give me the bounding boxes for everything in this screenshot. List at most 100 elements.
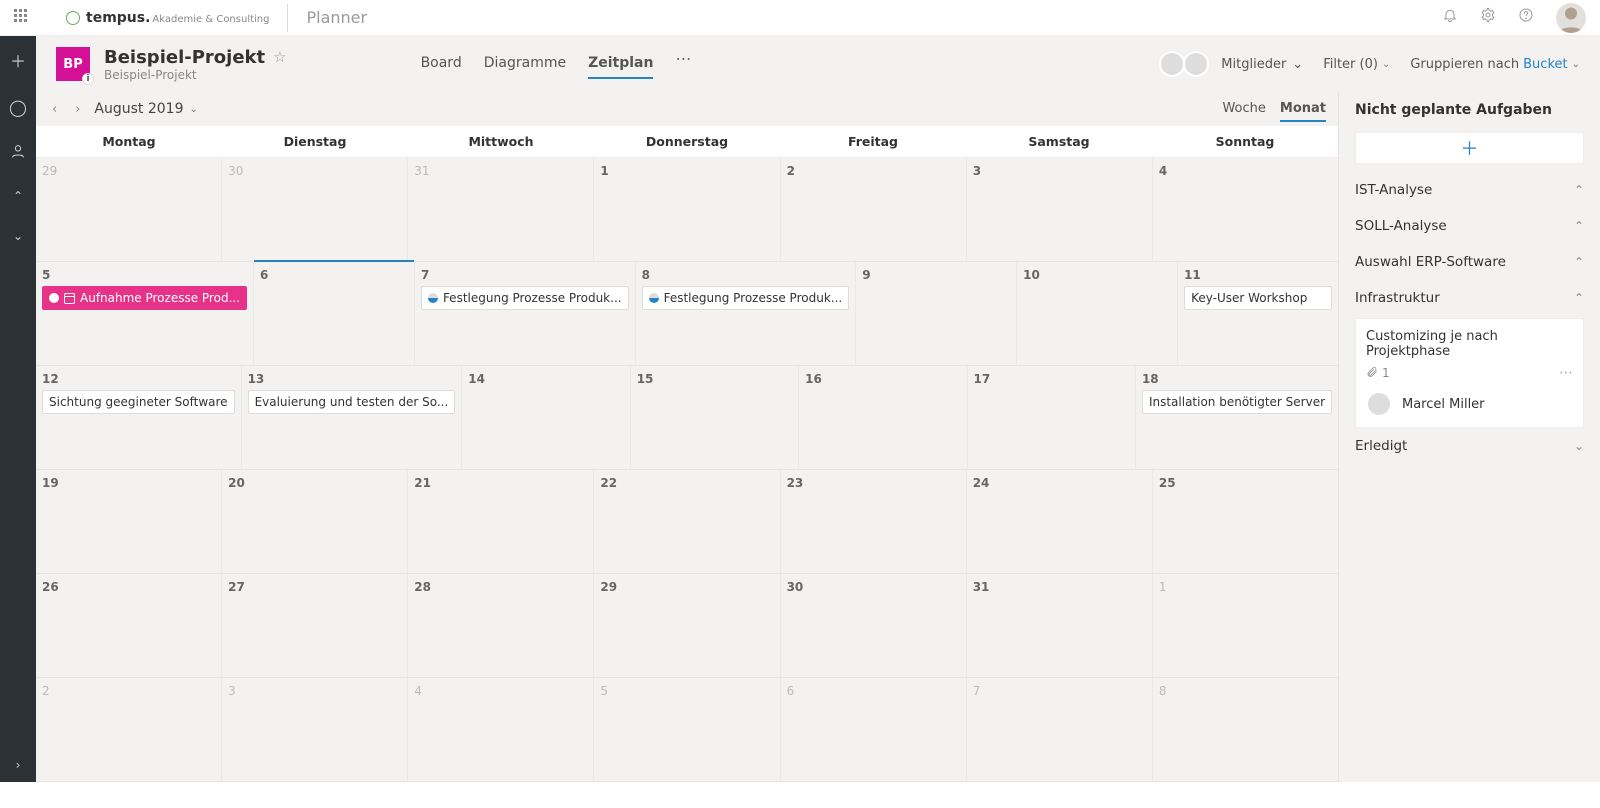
bucket-name: SOLL-Analyse xyxy=(1355,218,1447,234)
calendar-cell[interactable]: 31 xyxy=(967,574,1153,677)
calendar-cell[interactable]: 16 xyxy=(799,366,967,469)
calendar-event[interactable]: Key-User Workshop xyxy=(1184,286,1332,310)
calendar-cell[interactable]: 29 xyxy=(36,158,222,261)
calendar-cell[interactable]: 3 xyxy=(967,158,1153,261)
task-card[interactable]: Customizing je nach Projektphase1⋯Marcel… xyxy=(1355,318,1584,428)
project-info-icon[interactable]: i xyxy=(82,73,94,85)
calendar-cell[interactable]: 4 xyxy=(408,678,594,781)
calendar-cell[interactable]: 7Festlegung Prozesse Produk... xyxy=(415,262,636,365)
calendar-cell[interactable]: 18Installation benötigter Server xyxy=(1136,366,1338,469)
filter-button[interactable]: Filter (0)⌄ xyxy=(1323,57,1390,72)
bucket-row[interactable]: IST-Analyse⌃ xyxy=(1355,172,1584,208)
calendar-cell[interactable]: 29 xyxy=(594,574,780,677)
calendar-cell[interactable]: 2 xyxy=(781,158,967,261)
calendar-cell[interactable]: 24 xyxy=(967,470,1153,573)
calendar-cell[interactable]: 14 xyxy=(462,366,630,469)
day-number: 23 xyxy=(787,476,960,490)
tab-charts[interactable]: Diagramme xyxy=(484,49,566,79)
calendar-event[interactable]: Aufnahme Prozesse Prod... xyxy=(42,286,247,310)
calendar-cell[interactable]: 4 xyxy=(1153,158,1338,261)
calendar-cell[interactable]: 21 xyxy=(408,470,594,573)
tab-more-icon[interactable]: ⋯ xyxy=(675,49,691,79)
calendar-cell[interactable]: 2 xyxy=(36,678,222,781)
bucket-row[interactable]: Infrastruktur⌃ xyxy=(1355,280,1584,316)
calendar-cell[interactable]: 3 xyxy=(222,678,408,781)
month-picker[interactable]: August 2019⌄ xyxy=(94,101,197,117)
day-number: 17 xyxy=(974,372,1129,386)
rail-expand-icon[interactable]: › xyxy=(16,758,21,772)
day-header: Donnerstag xyxy=(594,126,780,157)
calendar-cell[interactable]: 6 xyxy=(254,262,415,365)
calendar-cell[interactable]: 27 xyxy=(222,574,408,677)
members-button[interactable]: Mitglieder ⌄ xyxy=(1159,51,1303,77)
chevron-up-icon: ⌃ xyxy=(1574,219,1584,233)
calendar-cell[interactable]: 11Key-User Workshop xyxy=(1178,262,1338,365)
rail-chevron-up-icon[interactable]: ⌃ xyxy=(13,189,23,203)
group-by-button[interactable]: Gruppieren nach Bucket⌄ xyxy=(1410,57,1580,72)
user-avatar[interactable] xyxy=(1556,3,1586,33)
calendar-cell[interactable]: 8Festlegung Prozesse Produk... xyxy=(636,262,857,365)
notifications-icon[interactable] xyxy=(1442,7,1458,28)
calendar-event[interactable]: Evaluierung und testen der So... xyxy=(248,390,456,414)
assignee-name: Marcel Miller xyxy=(1402,397,1485,412)
calendar-cell[interactable]: 25 xyxy=(1153,470,1338,573)
progress-icon xyxy=(649,293,659,303)
calendar-cell[interactable]: 30 xyxy=(781,574,967,677)
calendar-cell[interactable]: 12Sichtung geegineter Software xyxy=(36,366,242,469)
tenant-name: tempus. xyxy=(86,10,150,26)
bucket-row[interactable]: Auswahl ERP-Software⌃ xyxy=(1355,244,1584,280)
calendar-event[interactable]: Festlegung Prozesse Produk... xyxy=(642,286,850,310)
calendar-cell[interactable]: 20 xyxy=(222,470,408,573)
calendar-event[interactable]: Sichtung geegineter Software xyxy=(42,390,235,414)
calendar-cell[interactable]: 1 xyxy=(1153,574,1338,677)
calendar-cell[interactable]: 13Evaluierung und testen der So... xyxy=(242,366,463,469)
settings-icon[interactable] xyxy=(1480,7,1496,28)
calendar-cell[interactable]: 23 xyxy=(781,470,967,573)
day-number: 9 xyxy=(862,268,1010,282)
calendar-cell[interactable]: 22 xyxy=(594,470,780,573)
event-label: Evaluierung und testen der So... xyxy=(255,395,449,409)
calendar-cell[interactable]: 26 xyxy=(36,574,222,677)
project-tile: BPi xyxy=(56,47,90,81)
bucket-row[interactable]: SOLL-Analyse ⌃ xyxy=(1355,208,1584,244)
day-header: Freitag xyxy=(780,126,966,157)
day-number: 30 xyxy=(787,580,960,594)
chevron-up-icon: ⌃ xyxy=(1574,183,1584,197)
add-task-button[interactable]: ＋ xyxy=(1355,132,1584,164)
calendar-event[interactable]: Installation benötigter Server xyxy=(1142,390,1332,414)
event-label: Aufnahme Prozesse Prod... xyxy=(80,291,240,305)
day-number: 5 xyxy=(600,684,773,698)
calendar-cell[interactable]: 7 xyxy=(967,678,1153,781)
rail-chevron-down-icon[interactable]: ⌄ xyxy=(13,229,23,243)
rail-add-icon[interactable]: ＋ xyxy=(10,48,26,72)
calendar-cell[interactable]: 10 xyxy=(1017,262,1178,365)
help-icon[interactable] xyxy=(1518,7,1534,28)
task-more-icon[interactable]: ⋯ xyxy=(1559,365,1573,381)
prev-month-icon[interactable]: ‹ xyxy=(48,102,61,117)
calendar-cell[interactable]: 17 xyxy=(968,366,1136,469)
calendar-cell[interactable]: 31 xyxy=(408,158,594,261)
calendar-event[interactable]: Festlegung Prozesse Produk... xyxy=(421,286,629,310)
view-week-button[interactable]: Woche xyxy=(1222,97,1265,122)
calendar-cell[interactable]: 9 xyxy=(856,262,1017,365)
calendar-cell[interactable]: 28 xyxy=(408,574,594,677)
chevron-down-icon: ⌄ xyxy=(1572,59,1580,70)
calendar-cell[interactable]: 6 xyxy=(781,678,967,781)
next-month-icon[interactable]: › xyxy=(71,102,84,117)
tab-board[interactable]: Board xyxy=(421,49,462,79)
rail-hub-icon[interactable]: ◯ xyxy=(9,98,27,117)
bucket-row[interactable]: Erledigt⌄ xyxy=(1355,428,1584,464)
attachment-icon xyxy=(1366,366,1378,381)
rail-people-icon[interactable] xyxy=(10,143,26,163)
calendar-cell[interactable]: 1 xyxy=(594,158,780,261)
calendar-cell[interactable]: 30 xyxy=(222,158,408,261)
favorite-star-icon[interactable]: ☆ xyxy=(273,48,286,66)
calendar-cell[interactable]: 19 xyxy=(36,470,222,573)
calendar-cell[interactable]: 15 xyxy=(631,366,799,469)
calendar-cell[interactable]: 8 xyxy=(1153,678,1338,781)
tab-schedule[interactable]: Zeitplan xyxy=(588,49,653,79)
calendar-cell[interactable]: 5Aufnahme Prozesse Prod... xyxy=(36,262,254,365)
view-month-button[interactable]: Monat xyxy=(1280,97,1326,122)
app-launcher-icon[interactable] xyxy=(14,9,32,27)
calendar-cell[interactable]: 5 xyxy=(594,678,780,781)
